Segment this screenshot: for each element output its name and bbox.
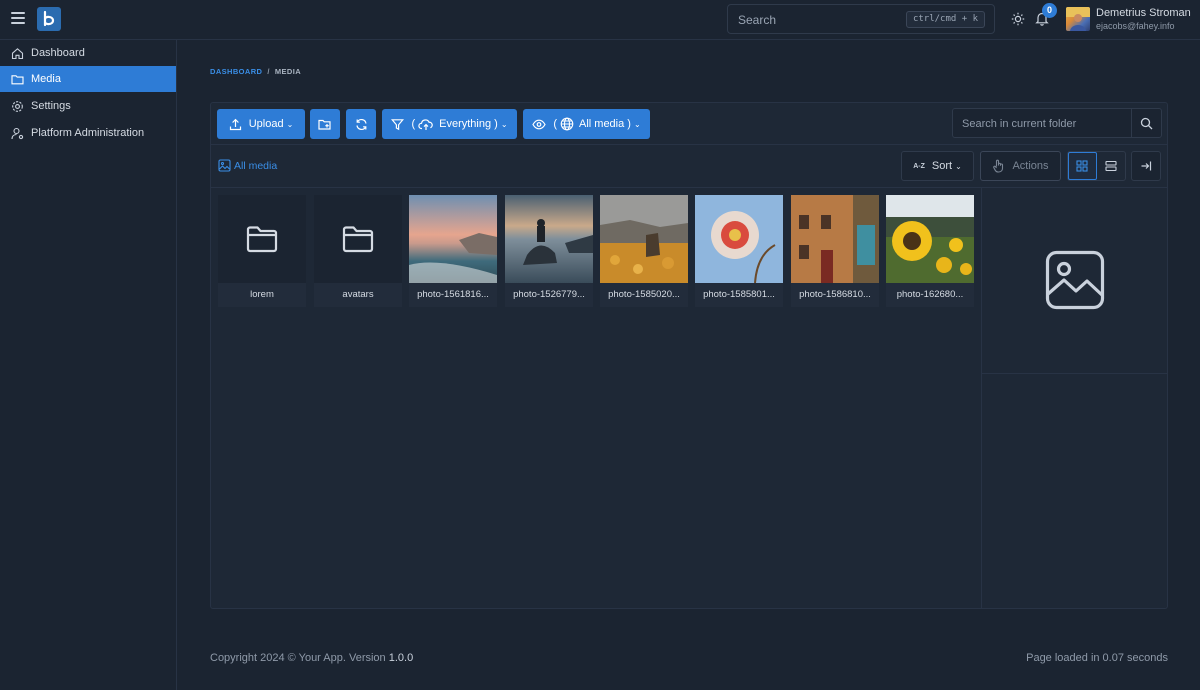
- filter-icon: [391, 118, 405, 130]
- grid-view-icon[interactable]: [1068, 152, 1097, 180]
- folder-icon: [342, 226, 374, 253]
- actions-label: Actions: [1012, 160, 1049, 172]
- folder-plus-icon: [318, 119, 331, 130]
- media-tile-image[interactable]: photo-162680...: [886, 195, 974, 307]
- copyright-text: Copyright 2024 © Your App. Version: [210, 652, 389, 664]
- all-media-link-label: All media: [234, 159, 278, 172]
- folder-thumbnail: [218, 195, 306, 283]
- view-toggle-group: [1067, 151, 1126, 181]
- cloud-icon: [418, 118, 433, 130]
- sidebar-item-label: Media: [31, 73, 61, 85]
- image-thumbnail-pink-flower: [695, 195, 783, 283]
- chevron-down-icon: ⌄: [955, 161, 962, 171]
- breadcrumb-current: MEDIA: [274, 67, 302, 76]
- search-icon[interactable]: [1131, 109, 1161, 137]
- breadcrumb: DASHBOARD / MEDIA: [210, 67, 301, 76]
- visibility-dropdown-button[interactable]: ( All media ) ⌄: [523, 109, 650, 139]
- media-tile-name: photo-1585801...: [703, 289, 775, 300]
- home-icon: [11, 47, 24, 60]
- visibility-open-paren: (: [553, 118, 557, 130]
- folder-search-input[interactable]: Search in current folder: [952, 108, 1162, 138]
- sidebar-item-label: Platform Administration: [31, 127, 145, 139]
- image-thumbnail-person-on-rock: [505, 195, 593, 283]
- media-tile-image[interactable]: photo-1585020...: [600, 195, 688, 307]
- user-name[interactable]: Demetrius Stroman: [1096, 7, 1191, 19]
- version-number: 1.0.0: [388, 652, 414, 664]
- media-tile-image[interactable]: photo-1585801...: [695, 195, 783, 307]
- chevron-down-icon: ⌄: [286, 119, 294, 129]
- media-tile-folder[interactable]: avatars: [314, 195, 402, 307]
- media-tile-name: photo-1586810...: [799, 289, 871, 300]
- chevron-down-icon: ⌄: [633, 119, 641, 129]
- sidebar-item-media[interactable]: Media: [0, 66, 176, 92]
- sidebar-item-label: Settings: [31, 100, 71, 112]
- theme-toggle-sun-icon[interactable]: [1011, 12, 1025, 31]
- global-search-input[interactable]: Search ctrl/cmd + k: [727, 4, 995, 34]
- footer-load-time: Page loaded in 0.07 seconds: [1026, 652, 1168, 664]
- actions-button[interactable]: Actions: [980, 151, 1061, 181]
- media-tile-name: photo-1561816...: [417, 289, 489, 300]
- refresh-icon: [355, 118, 367, 130]
- breadcrumb-dashboard-link[interactable]: DASHBOARD: [210, 67, 262, 76]
- media-tile-name: photo-1526779...: [513, 289, 585, 300]
- notification-count-badge: 0: [1042, 3, 1057, 18]
- search-shortcut-hint: ctrl/cmd + k: [905, 11, 985, 28]
- filter-dropdown-button[interactable]: ( Everything ) ⌄: [382, 109, 517, 139]
- search-placeholder: Search: [738, 13, 777, 27]
- sort-label: Sort: [931, 160, 953, 172]
- top-bar: Search ctrl/cmd + k 0 Demetrius Stroman …: [0, 0, 1200, 40]
- sidebar-item-dashboard[interactable]: Dashboard: [0, 40, 176, 66]
- breadcrumb-separator: /: [267, 67, 270, 76]
- new-folder-button[interactable]: [310, 109, 340, 139]
- user-email: ejacobs@fahey.info: [1096, 21, 1175, 31]
- sort-dropdown-button[interactable]: A-Z Sort ⌄: [901, 151, 974, 181]
- gear-icon: [11, 100, 24, 113]
- image-thumbnail-stone-building: [791, 195, 879, 283]
- sidebar: Dashboard Media Settings Platform Admini…: [0, 40, 177, 690]
- image-placeholder-icon: [1045, 250, 1105, 315]
- media-tile-name: photo-1585020...: [608, 289, 680, 300]
- upload-icon: [229, 118, 241, 130]
- globe-icon: [560, 117, 574, 131]
- media-tile-name: avatars: [342, 289, 374, 300]
- image-thumbnail-dog-flowers: [600, 195, 688, 283]
- upload-label: Upload: [248, 118, 284, 130]
- toolbar-divider: [211, 144, 1167, 145]
- filter-open-paren: (: [411, 118, 416, 130]
- all-media-breadcrumb-link[interactable]: All media: [218, 159, 277, 172]
- image-icon: [218, 159, 231, 172]
- user-avatar[interactable]: [1066, 7, 1090, 31]
- list-view-icon[interactable]: [1097, 152, 1125, 180]
- filter-label: Everything ): [439, 118, 498, 130]
- media-tile-name: lorem: [250, 289, 274, 300]
- user-gear-icon: [11, 127, 24, 140]
- sidebar-item-settings[interactable]: Settings: [0, 93, 176, 119]
- sidebar-item-label: Dashboard: [31, 47, 85, 59]
- visibility-label: All media ): [579, 118, 631, 130]
- chevron-down-icon: ⌄: [500, 119, 508, 129]
- footer-copyright: Copyright 2024 © Your App. Version 1.0.0: [210, 652, 413, 664]
- image-thumbnail-beach-sunset: [409, 195, 497, 283]
- collapse-preview-icon[interactable]: [1131, 151, 1161, 181]
- folder-search-placeholder: Search in current folder: [962, 118, 1077, 130]
- media-tile-name: photo-162680...: [896, 289, 964, 300]
- media-tile-image[interactable]: photo-1561816...: [409, 195, 497, 307]
- sort-az-icon: A-Z: [913, 162, 925, 170]
- app-logo[interactable]: [37, 7, 61, 31]
- menu-toggle-icon[interactable]: [11, 12, 25, 26]
- preview-divider: [982, 373, 1167, 374]
- folder-thumbnail: [314, 195, 402, 283]
- hand-pointer-icon: [993, 159, 1004, 173]
- refresh-button[interactable]: [346, 109, 376, 139]
- folder-icon: [246, 226, 278, 253]
- media-tile-folder[interactable]: lorem: [218, 195, 306, 307]
- upload-button[interactable]: Upload ⌄: [217, 109, 305, 139]
- media-tile-image[interactable]: photo-1526779...: [505, 195, 593, 307]
- folder-icon: [11, 73, 24, 86]
- eye-icon: [532, 119, 547, 129]
- sidebar-item-platform-administration[interactable]: Platform Administration: [0, 120, 176, 146]
- media-tile-image[interactable]: photo-1586810...: [791, 195, 879, 307]
- image-thumbnail-sunflowers: [886, 195, 974, 283]
